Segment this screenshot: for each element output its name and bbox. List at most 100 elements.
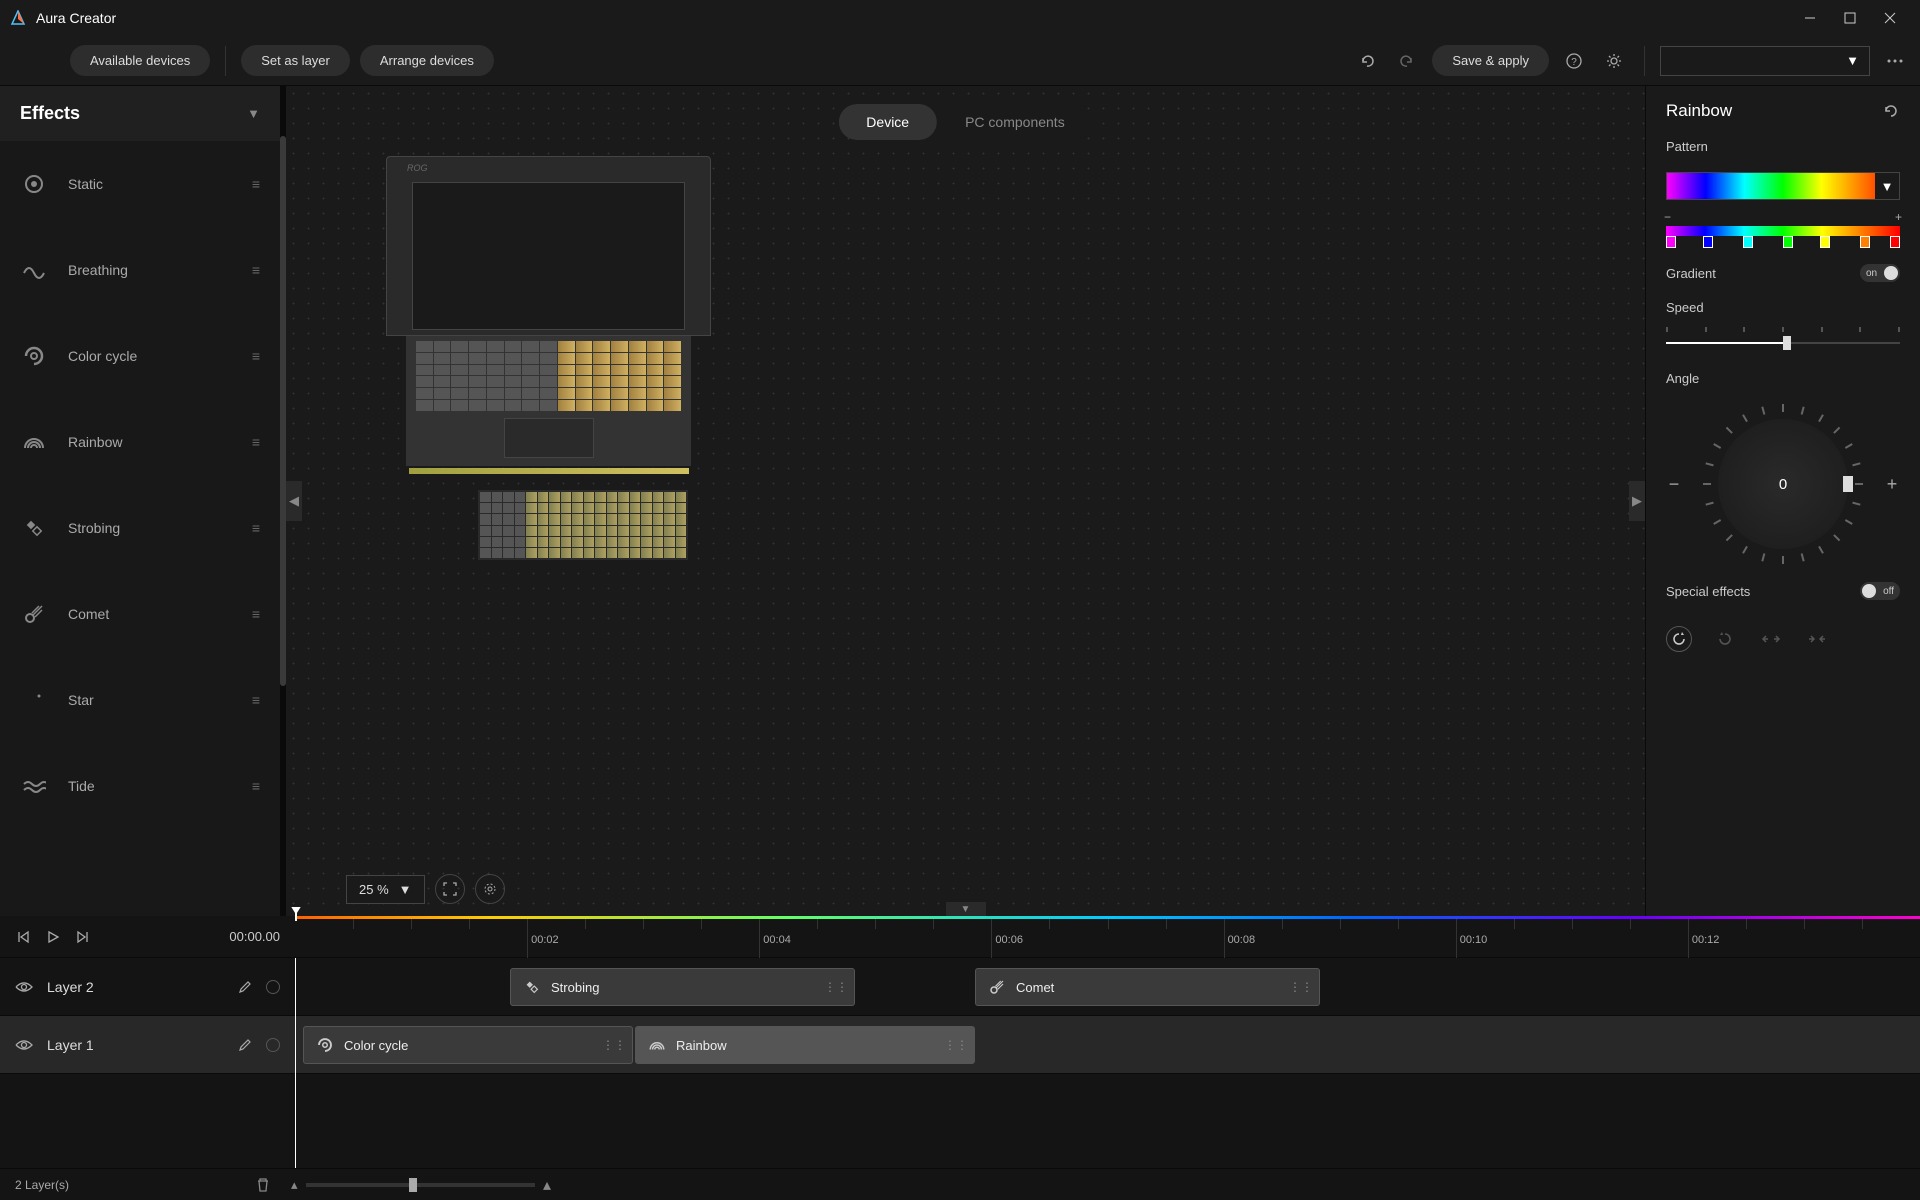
effect-comet[interactable]: Comet≡: [0, 571, 280, 657]
layer-color-dot[interactable]: [266, 1038, 280, 1052]
edit-layer-button[interactable]: [238, 1038, 252, 1052]
collapse-horizontal-icon[interactable]: [1804, 626, 1830, 652]
effect-star[interactable]: Star≡: [0, 657, 280, 743]
drag-handle-icon[interactable]: ≡: [252, 778, 260, 794]
ruler-label: 00:10: [1460, 934, 1488, 946]
clip-handle-icon[interactable]: ⋮⋮: [1289, 980, 1313, 994]
layer-track[interactable]: Strobing⋮⋮ Comet⋮⋮: [295, 958, 1920, 1015]
maximize-button[interactable]: [1830, 0, 1870, 36]
collapse-bottom-button[interactable]: ▼: [946, 902, 986, 916]
delete-layer-button[interactable]: [255, 1177, 271, 1193]
drag-handle-icon[interactable]: ≡: [252, 262, 260, 278]
settings-button[interactable]: [1599, 46, 1629, 76]
visibility-toggle[interactable]: [15, 1038, 33, 1052]
play-button[interactable]: [45, 929, 61, 945]
expand-horizontal-icon[interactable]: [1758, 626, 1784, 652]
gradient-stop[interactable]: [1860, 236, 1870, 248]
device-laptop[interactable]: ROG: [386, 156, 711, 466]
gradient-stops[interactable]: − +: [1666, 218, 1900, 246]
save-apply-button[interactable]: Save & apply: [1432, 45, 1549, 76]
effects-sidebar: Effects ▼ Static≡Breathing≡Color cycle≡R…: [0, 86, 280, 916]
drag-handle-icon[interactable]: ≡: [252, 434, 260, 450]
rotate-ccw-icon[interactable]: [1712, 626, 1738, 652]
pattern-gradient-select[interactable]: ▼: [1666, 172, 1900, 200]
clip-colorcycle[interactable]: Color cycle⋮⋮: [303, 1026, 633, 1064]
clip-strobing[interactable]: Strobing⋮⋮: [510, 968, 855, 1006]
available-devices-button[interactable]: Available devices: [70, 45, 210, 76]
drag-handle-icon[interactable]: ≡: [252, 176, 260, 192]
effect-static[interactable]: Static≡: [0, 141, 280, 227]
gradient-stop[interactable]: [1743, 236, 1753, 248]
arrange-devices-button[interactable]: Arrange devices: [360, 45, 494, 76]
timeline-zoom[interactable]: ▴ ▴: [291, 1175, 551, 1195]
collapse-right-button[interactable]: ▶: [1629, 481, 1645, 521]
next-button[interactable]: [75, 929, 91, 945]
clip-handle-icon[interactable]: ⋮⋮: [824, 980, 848, 994]
timeline-ruler[interactable]: 00:0200:0400:0600:0800:1000:1200:1: [295, 916, 1920, 958]
drag-handle-icon[interactable]: ≡: [252, 692, 260, 708]
redo-button[interactable]: [1392, 46, 1422, 76]
gradient-stop[interactable]: [1703, 236, 1713, 248]
gradient-toggle[interactable]: on: [1860, 264, 1900, 282]
breathing-icon: [20, 256, 48, 284]
collapse-left-button[interactable]: ◀: [286, 481, 302, 521]
minus-button[interactable]: −: [1664, 210, 1671, 224]
set-as-layer-button[interactable]: Set as layer: [241, 45, 350, 76]
minimize-button[interactable]: [1790, 0, 1830, 36]
effect-label: Strobing: [68, 520, 232, 536]
device-keyboard[interactable]: [478, 490, 688, 560]
undo-button[interactable]: [1352, 46, 1382, 76]
effect-colorcycle[interactable]: Color cycle≡: [0, 313, 280, 399]
timeline-layer-row[interactable]: Layer 2Strobing⋮⋮Comet⋮⋮: [0, 958, 1920, 1016]
speed-slider[interactable]: [1666, 333, 1900, 353]
angle-plus-button[interactable]: +: [1884, 474, 1900, 495]
clip-rainbow[interactable]: Rainbow ⋮⋮: [635, 1026, 975, 1064]
reset-button[interactable]: [1882, 102, 1900, 120]
layer-track[interactable]: Color cycle⋮⋮ Rainbow ⋮⋮: [295, 1016, 1920, 1073]
drag-handle-icon[interactable]: ≡: [252, 606, 260, 622]
edit-layer-button[interactable]: [238, 980, 252, 994]
zoom-out-icon[interactable]: ▴: [291, 1177, 298, 1193]
special-effects-toggle[interactable]: off: [1860, 582, 1900, 600]
gradient-stop[interactable]: [1783, 236, 1793, 248]
drag-handle-icon[interactable]: ≡: [252, 520, 260, 536]
angle-minus-button[interactable]: −: [1666, 474, 1682, 495]
clip-comet[interactable]: Comet⋮⋮: [975, 968, 1320, 1006]
more-button[interactable]: [1880, 46, 1910, 76]
ruler-label: 00:06: [995, 934, 1023, 946]
comet-icon: [988, 978, 1006, 996]
tab-device[interactable]: Device: [838, 104, 937, 140]
drag-handle-icon[interactable]: ≡: [252, 348, 260, 364]
gradient-stop[interactable]: [1890, 236, 1900, 248]
effects-header[interactable]: Effects ▼: [0, 86, 280, 141]
close-button[interactable]: [1870, 0, 1910, 36]
zoom-select[interactable]: 25 %▼: [346, 875, 425, 904]
preset-select[interactable]: ▼: [1660, 46, 1870, 76]
canvas[interactable]: Device PC components ROG ◀ ▶ 25 %▼ ▼: [286, 86, 1645, 916]
playhead[interactable]: [295, 913, 297, 921]
zoom-in-icon[interactable]: ▴: [543, 1175, 551, 1195]
gradient-stop[interactable]: [1666, 236, 1676, 248]
effect-label: Rainbow: [68, 434, 232, 450]
toolbar-divider: [225, 46, 226, 76]
center-button[interactable]: [475, 874, 505, 904]
visibility-toggle[interactable]: [15, 980, 33, 994]
clip-handle-icon[interactable]: ⋮⋮: [944, 1038, 968, 1052]
clip-handle-icon[interactable]: ⋮⋮: [602, 1038, 626, 1052]
plus-button[interactable]: +: [1895, 210, 1902, 224]
prev-button[interactable]: [15, 929, 31, 945]
gradient-stop[interactable]: [1820, 236, 1830, 248]
ruler-label: 00:02: [531, 934, 559, 946]
fit-screen-button[interactable]: [435, 874, 465, 904]
effect-strobing[interactable]: Strobing ≡: [0, 485, 280, 571]
effect-breathing[interactable]: Breathing≡: [0, 227, 280, 313]
clip-label: Rainbow: [676, 1038, 727, 1053]
layer-color-dot[interactable]: [266, 980, 280, 994]
angle-dial[interactable]: 0: [1703, 404, 1863, 564]
tab-pc-components[interactable]: PC components: [937, 104, 1093, 140]
effect-tide[interactable]: Tide≡: [0, 743, 280, 829]
effect-rainbow[interactable]: Rainbow ≡: [0, 399, 280, 485]
rotate-cw-icon[interactable]: [1666, 626, 1692, 652]
timeline-layer-row[interactable]: Layer 1Color cycle⋮⋮Rainbow⋮⋮: [0, 1016, 1920, 1074]
help-button[interactable]: ?: [1559, 46, 1589, 76]
